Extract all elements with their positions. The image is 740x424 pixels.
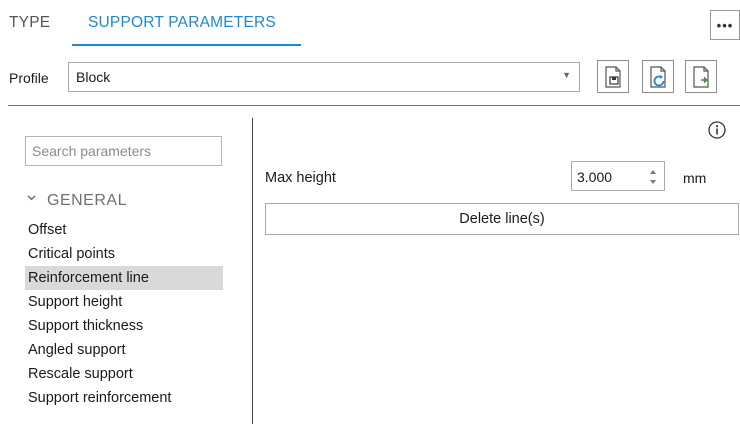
dropdown-caret-icon: ▼ [562,70,571,80]
tab-support-parameters[interactable]: SUPPORT PARAMETERS [88,14,276,32]
ellipsis-icon: ••• [716,17,734,33]
info-icon[interactable] [708,121,726,139]
delete-lines-button[interactable]: Delete line(s) [265,203,739,235]
save-profile-button[interactable] [597,60,629,93]
nav-item-reinforcement-line[interactable]: Reinforcement line [25,266,223,290]
tab-type[interactable]: TYPE [9,14,50,32]
panel-divider [252,118,253,424]
nav-item-support-height[interactable]: Support height [25,290,223,314]
nav-item-support-thickness[interactable]: Support thickness [25,314,223,338]
spinner-arrows-icon[interactable] [649,166,657,188]
nav-item-support-reinforcement[interactable]: Support reinforcement [25,386,223,410]
reload-profile-button[interactable] [642,60,674,93]
export-profile-button[interactable] [685,60,717,93]
chevron-down-icon [27,195,36,201]
profile-dropdown[interactable]: Block ▼ [68,62,580,92]
header-divider [8,105,740,106]
more-options-button[interactable]: ••• [710,10,740,40]
profile-label: Profile [9,70,49,86]
nav-item-rescale-support[interactable]: Rescale support [25,362,223,386]
max-height-value: 3.000 [577,169,613,185]
max-height-unit: mm [683,170,707,186]
profile-value: Block [76,69,111,85]
group-general-label: GENERAL [47,192,127,209]
nav-item-angled-support[interactable]: Angled support [25,338,223,362]
document-save-icon [605,65,621,88]
search-parameters-field[interactable] [25,136,222,166]
nav-item-offset[interactable]: Offset [25,218,223,242]
group-general-header[interactable]: GENERAL [27,192,127,210]
nav-item-critical-points[interactable]: Critical points [25,242,223,266]
active-tab-indicator [72,44,301,46]
document-export-icon [693,65,709,88]
max-height-input[interactable]: 3.000 [571,161,665,191]
document-refresh-icon [650,65,666,88]
max-height-label: Max height [265,170,336,186]
search-input[interactable] [26,137,221,165]
parameter-nav: Offset Critical points Reinforcement lin… [25,218,223,410]
